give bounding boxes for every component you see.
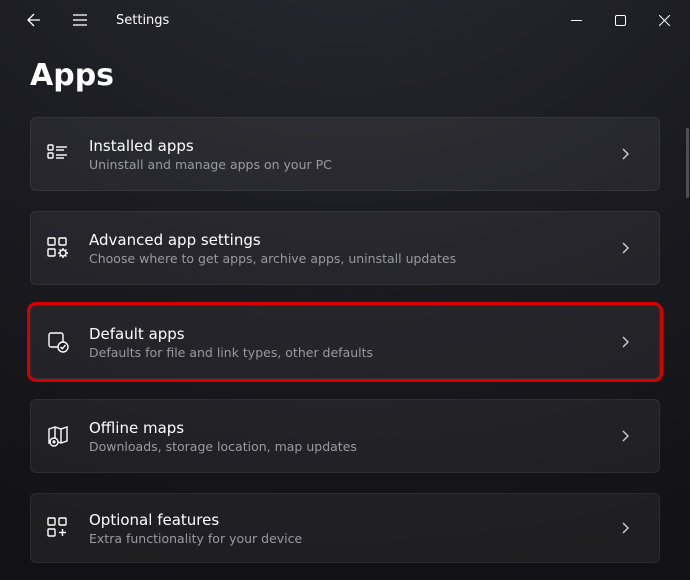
hamburger-icon: [72, 12, 88, 28]
advanced-app-settings-subtitle: Choose where to get apps, archive apps, …: [89, 251, 613, 266]
minimize-button[interactable]: [554, 0, 598, 40]
offline-maps-row[interactable]: Offline maps Downloads, storage location…: [30, 399, 660, 473]
offline-maps-icon: [45, 423, 71, 449]
close-button[interactable]: [642, 0, 686, 40]
close-icon: [659, 15, 670, 26]
optional-features-icon: [45, 515, 71, 541]
chevron-right-icon: [613, 424, 637, 448]
installed-apps-title: Installed apps: [89, 137, 613, 155]
apps-settings-list: Installed apps Uninstall and manage apps…: [0, 117, 690, 563]
default-apps-row[interactable]: Default apps Defaults for file and link …: [30, 305, 660, 379]
titlebar: Settings: [0, 0, 690, 40]
minimize-icon: [571, 15, 582, 26]
default-apps-icon: [45, 329, 71, 355]
offline-maps-title: Offline maps: [89, 419, 613, 437]
optional-features-row[interactable]: Optional features Extra functionality fo…: [30, 493, 660, 563]
chevron-right-icon: [613, 330, 637, 354]
default-apps-subtitle: Defaults for file and link types, other …: [89, 345, 613, 360]
advanced-app-settings-title: Advanced app settings: [89, 231, 613, 249]
window-title: Settings: [116, 13, 169, 28]
installed-apps-row[interactable]: Installed apps Uninstall and manage apps…: [30, 117, 660, 191]
installed-apps-icon: [45, 141, 71, 167]
back-arrow-icon: [26, 12, 42, 28]
installed-apps-subtitle: Uninstall and manage apps on your PC: [89, 157, 613, 172]
vertical-scrollbar[interactable]: [686, 128, 689, 198]
page-heading: Apps: [0, 40, 690, 117]
maximize-icon: [615, 15, 626, 26]
default-apps-title: Default apps: [89, 325, 613, 343]
advanced-app-settings-icon: [45, 235, 71, 261]
offline-maps-subtitle: Downloads, storage location, map updates: [89, 439, 613, 454]
optional-features-subtitle: Extra functionality for your device: [89, 531, 613, 546]
chevron-right-icon: [613, 516, 637, 540]
advanced-app-settings-row[interactable]: Advanced app settings Choose where to ge…: [30, 211, 660, 285]
nav-menu-button[interactable]: [58, 0, 102, 40]
chevron-right-icon: [613, 142, 637, 166]
chevron-right-icon: [613, 236, 637, 260]
optional-features-title: Optional features: [89, 511, 613, 529]
maximize-button[interactable]: [598, 0, 642, 40]
back-button[interactable]: [12, 0, 56, 40]
